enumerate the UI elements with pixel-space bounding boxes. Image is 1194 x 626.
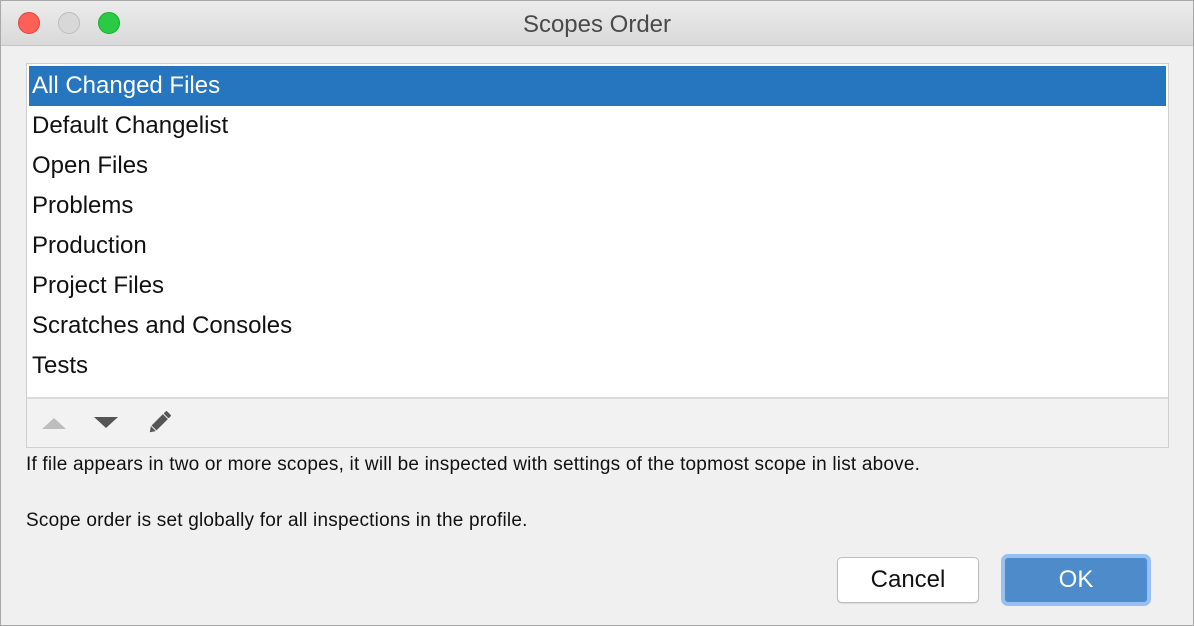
title-bar: Scopes Order (1, 1, 1193, 46)
scopes-list[interactable]: All Changed Files Default Changelist Ope… (29, 66, 1166, 400)
scope-item-scratches-and-consoles[interactable]: Scratches and Consoles (29, 306, 1166, 346)
triangle-up-icon (42, 418, 66, 429)
scope-item-all-changed-files[interactable]: All Changed Files (29, 66, 1166, 106)
ok-button[interactable]: OK (1001, 554, 1151, 606)
list-toolbar (27, 397, 1168, 447)
scope-item-tests[interactable]: Tests (29, 346, 1166, 386)
scopes-list-panel: All Changed Files Default Changelist Ope… (26, 63, 1169, 448)
scope-order-explanation: If file appears in two or more scopes, i… (26, 454, 921, 475)
cancel-button[interactable]: Cancel (837, 557, 979, 603)
scopes-order-dialog: Scopes Order All Changed Files Default C… (0, 0, 1194, 626)
move-up-button[interactable] (39, 411, 69, 435)
pencil-icon (149, 411, 171, 433)
triangle-down-icon (94, 417, 118, 428)
scope-item-problems[interactable]: Problems (29, 186, 1166, 226)
edit-button[interactable] (144, 411, 174, 435)
dialog-title: Scopes Order (522, 11, 672, 38)
scope-item-default-changelist[interactable]: Default Changelist (29, 106, 1166, 146)
move-down-button[interactable] (91, 411, 121, 435)
scope-item-production[interactable]: Production (29, 226, 1166, 266)
scope-item-project-files[interactable]: Project Files (29, 266, 1166, 306)
scope-item-open-files[interactable]: Open Files (29, 146, 1166, 186)
scope-order-note: Scope order is set globally for all insp… (26, 510, 528, 531)
